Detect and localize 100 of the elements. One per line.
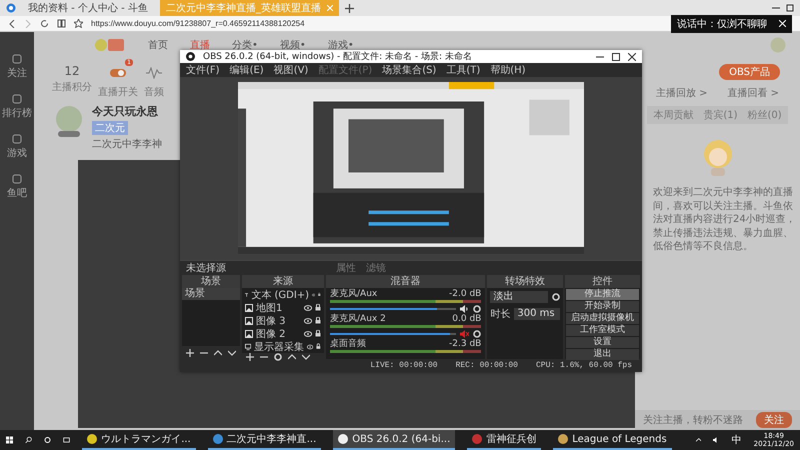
reload-icon[interactable]: [40, 19, 49, 28]
image-icon: [244, 304, 253, 312]
add-icon[interactable]: [246, 353, 254, 361]
lock-icon[interactable]: [318, 291, 322, 298]
taskbar-app[interactable]: OBS 26.0.2 (64-bi...: [333, 430, 456, 450]
source-item[interactable]: 地图1: [256, 300, 302, 314]
eye-icon[interactable]: [307, 344, 314, 350]
settings-icon[interactable]: [552, 293, 560, 301]
dock-title: 混音器: [326, 275, 486, 288]
menu-item[interactable]: 场景集合(S): [382, 63, 436, 77]
control-button[interactable]: 工作室模式: [566, 325, 639, 336]
text-icon: [244, 290, 248, 298]
add-icon[interactable]: [186, 348, 194, 356]
status-text: LIVE: 00:00:00: [370, 361, 438, 370]
stat-label: 主播积分: [52, 80, 92, 94]
menu-item[interactable]: 帮助(H): [490, 63, 526, 77]
lock-icon[interactable]: [315, 304, 322, 311]
status-text: CPU: 1.6%, 60.00 fps: [536, 361, 632, 370]
dock-title: 转场特效: [487, 275, 563, 288]
source-item[interactable]: 文本 (GDI+): [251, 288, 310, 302]
new-tab-icon[interactable]: [344, 4, 354, 12]
selection-label: 未选择源: [186, 262, 227, 275]
settings-icon[interactable]: [473, 330, 482, 338]
control-button[interactable]: 启动虚拟摄像机: [566, 313, 639, 324]
sidebar-item[interactable]: 鱼吧: [7, 186, 27, 200]
nav-link[interactable]: 游戏•: [328, 38, 354, 52]
up-icon[interactable]: [288, 353, 296, 361]
browser-tab[interactable]: 我的资料 - 个人中心 - 斗鱼: [22, 0, 154, 16]
app-icon: [338, 434, 348, 444]
app-icon: [558, 434, 568, 444]
circle-icon[interactable]: [44, 435, 52, 445]
status-text: REC: 00:00:00: [456, 361, 518, 370]
channel-reading: -2.3 dB: [449, 339, 482, 349]
book-icon[interactable]: [57, 19, 66, 28]
restore-icon[interactable]: [786, 4, 794, 12]
sidebar-item[interactable]: 排行榜: [2, 106, 32, 120]
menu-item[interactable]: 文件(F): [186, 63, 220, 77]
eye-icon[interactable]: [304, 330, 312, 336]
wave-icon[interactable]: [145, 67, 163, 79]
maximize-icon[interactable]: [612, 52, 620, 60]
sidebar-item[interactable]: 关注: [7, 66, 27, 80]
control-button[interactable]: 停止推流: [566, 289, 639, 300]
taskbar-app[interactable]: League of Legends: [553, 430, 672, 450]
back-icon[interactable]: [8, 20, 16, 28]
sidebar-icon[interactable]: [12, 134, 22, 144]
follow-button[interactable]: 关注: [756, 412, 792, 428]
search-icon[interactable]: [25, 435, 32, 445]
transition-dropdown[interactable]: 淡出: [490, 291, 548, 303]
source-item[interactable]: 图像 3: [256, 314, 302, 328]
source-item[interactable]: 显示器采集: [254, 340, 304, 354]
eye-icon[interactable]: [312, 292, 316, 298]
toggle-icon[interactable]: [109, 67, 127, 79]
taskbar-app[interactable]: ウルトラマンガイ...: [82, 430, 196, 450]
sidebar-item[interactable]: 游戏: [7, 146, 27, 160]
anchor-name[interactable]: 二次元中李李神: [92, 137, 162, 151]
lock-icon[interactable]: [315, 330, 322, 337]
star-icon[interactable]: [74, 19, 83, 28]
menu-item[interactable]: 编辑(E): [230, 63, 264, 77]
settings-icon[interactable]: [473, 304, 482, 312]
tray-caret-icon[interactable]: [696, 437, 702, 443]
nav-link[interactable]: 首页: [148, 38, 168, 52]
stat-label: 音频: [144, 86, 164, 99]
duration-label: 时长: [490, 308, 510, 321]
monitor-icon: [244, 342, 252, 350]
sidebar-icon[interactable]: [12, 54, 22, 64]
muted-speaker-icon[interactable]: [460, 330, 470, 338]
control-button[interactable]: 设置: [566, 337, 639, 348]
down-icon[interactable]: [228, 348, 236, 356]
lock-icon[interactable]: [316, 343, 321, 350]
control-button[interactable]: 退出: [566, 349, 639, 360]
taskbar-app[interactable]: 雷神征兵创: [467, 430, 542, 450]
start-icon[interactable]: [6, 435, 14, 445]
sidebar-icon[interactable]: [12, 174, 22, 184]
control-button[interactable]: 开始录制: [566, 301, 639, 312]
ime-indicator[interactable]: 中: [732, 433, 742, 447]
obs-product-button[interactable]: OBS产品: [719, 64, 780, 80]
scene-item[interactable]: 场景: [182, 288, 240, 300]
toast: 说话中：仅浏不聊聊: [671, 14, 792, 32]
channel-name: 麦克风/Aux 2: [330, 314, 386, 324]
browser-logo-icon: [6, 3, 16, 13]
task-view-icon[interactable]: [63, 435, 70, 445]
eye-icon[interactable]: [304, 304, 312, 310]
settings-icon[interactable]: [274, 353, 282, 361]
duration-field[interactable]: 300 ms: [514, 308, 560, 320]
source-item[interactable]: 图像 2: [256, 326, 302, 340]
down-icon[interactable]: [302, 353, 310, 361]
menu-item[interactable]: 工具(T): [446, 63, 480, 77]
up-icon[interactable]: [214, 348, 222, 356]
taskbar-app[interactable]: 二次元中李李神直...: [208, 430, 322, 450]
url-field[interactable]: https://www.douyu.com/91238807_r=0.46592114388120254: [91, 19, 305, 28]
sidebar-icon[interactable]: [12, 94, 22, 104]
lock-icon[interactable]: [315, 317, 322, 324]
eye-icon[interactable]: [304, 318, 312, 324]
channel-reading: 0.0 dB: [452, 314, 482, 324]
speaker-icon[interactable]: [460, 304, 470, 312]
image-icon: [244, 330, 253, 338]
nav-link[interactable]: 分类•: [232, 38, 258, 52]
nav-link[interactable]: 视频•: [280, 38, 306, 52]
menu-item[interactable]: 视图(V): [274, 63, 308, 77]
close-icon[interactable]: [628, 52, 636, 60]
